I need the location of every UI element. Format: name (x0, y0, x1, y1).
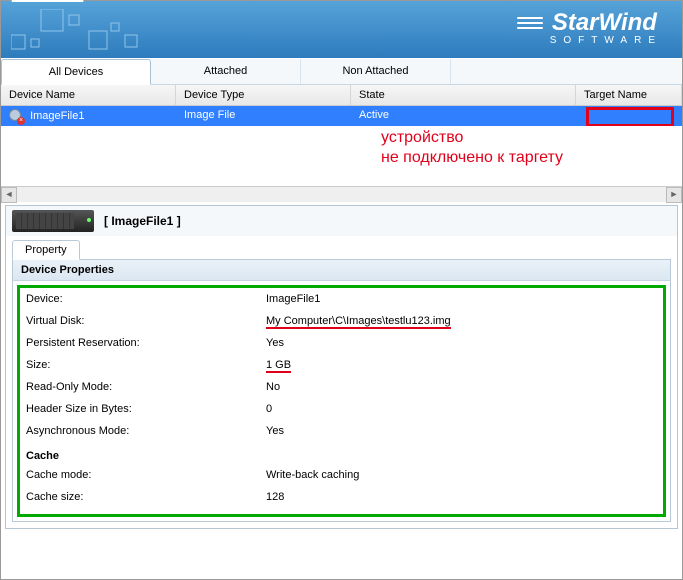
prop-persist-value: Yes (266, 337, 657, 349)
prop-vdisk-value: My Computer\C\Images\testlu123.img (266, 315, 451, 329)
scroll-left-icon[interactable]: ◄ (1, 187, 17, 203)
device-row[interactable]: × ImageFile1 Image File Active (1, 106, 682, 126)
section-cache: Cache (26, 442, 657, 464)
prop-readonly-label: Read-Only Mode: (26, 381, 266, 393)
device-filter-tabs: All Devices Attached Non Attached (1, 59, 682, 85)
col-target-name[interactable]: Target Name (576, 85, 682, 105)
cell-device-type: Image File (176, 106, 351, 126)
annotation-text: устройство не подключено к таргету (381, 128, 563, 168)
subtab-attached[interactable]: Attached (151, 59, 301, 84)
prop-vdisk-label: Virtual Disk: (26, 315, 266, 327)
grid-scrollbar[interactable]: ◄ ► (1, 186, 682, 202)
prop-device-value: ImageFile1 (266, 293, 657, 305)
app-header: StarWind SOFTWARE Devices (1, 1, 682, 59)
annotation-target-highlight (586, 107, 674, 127)
device-grid-body: устройство не подключено к таргету (1, 126, 682, 186)
header-decor (11, 9, 161, 55)
prop-size-value: 1 GB (266, 359, 291, 373)
brand-name: StarWind (552, 9, 657, 37)
server-icon (12, 210, 94, 232)
detail-header: [ ImageFile1 ] (6, 206, 677, 236)
brand-logo: StarWind SOFTWARE (512, 9, 662, 46)
prop-persist-label: Persistent Reservation: (26, 337, 266, 349)
col-device-name[interactable]: Device Name (1, 85, 176, 105)
device-error-icon: × (9, 109, 23, 123)
prop-cachemode-value: Write-back caching (266, 469, 657, 481)
prop-size-label: Size: (26, 359, 266, 371)
subtab-non-attached[interactable]: Non Attached (301, 59, 451, 84)
device-grid-header: Device Name Device Type State Target Nam… (1, 85, 682, 106)
detail-device-name: [ ImageFile1 ] (104, 214, 181, 228)
tab-property[interactable]: Property (12, 240, 80, 260)
prop-header-value: 0 (266, 403, 657, 415)
col-state[interactable]: State (351, 85, 576, 105)
prop-cachemode-label: Cache mode: (26, 469, 266, 481)
section-device-properties: Device Properties (13, 260, 670, 281)
tab-devices[interactable]: Devices (11, 0, 84, 2)
annotation-properties-highlight: Device:ImageFile1 Virtual Disk:My Comput… (17, 285, 666, 517)
prop-device-label: Device: (26, 293, 266, 305)
device-detail-panel: [ ImageFile1 ] Property Device Propertie… (5, 205, 678, 529)
brand-sub: SOFTWARE (550, 35, 662, 46)
prop-async-label: Asynchronous Mode: (26, 425, 266, 437)
prop-async-value: Yes (266, 425, 657, 437)
prop-cachesize-value: 128 (266, 491, 657, 503)
scroll-right-icon[interactable]: ► (666, 187, 682, 203)
prop-readonly-value: No (266, 381, 657, 393)
cell-state: Active (351, 106, 576, 126)
subtab-all-devices[interactable]: All Devices (1, 59, 151, 85)
prop-cachesize-label: Cache size: (26, 491, 266, 503)
cell-device-name: ImageFile1 (30, 110, 84, 122)
prop-header-label: Header Size in Bytes: (26, 403, 266, 415)
col-device-type[interactable]: Device Type (176, 85, 351, 105)
